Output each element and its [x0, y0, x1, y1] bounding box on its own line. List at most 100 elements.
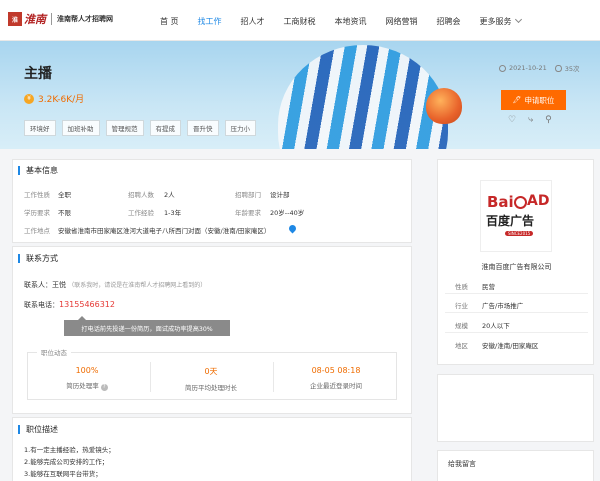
- company-logo[interactable]: Bai AD 百度广告 SINCE2015: [480, 180, 552, 252]
- field-value: 全职: [58, 191, 71, 199]
- stat-value: 100%: [75, 366, 99, 375]
- share-icon[interactable]: ⤷: [528, 115, 533, 125]
- logo-text-cn: 百度广告: [486, 214, 535, 228]
- description-title: 职位描述: [18, 425, 58, 434]
- job-tag: 加班补助: [61, 120, 100, 136]
- description-line: 3.能够在互联网平台带货；: [24, 470, 102, 478]
- favorite-icon[interactable]: ♡: [508, 115, 516, 125]
- address-label: 工作地点: [24, 227, 50, 235]
- stat-caption-text: 简历处理率: [66, 382, 99, 390]
- field-label: 工作经验: [128, 209, 154, 217]
- hot-air-balloon-image: [278, 45, 448, 149]
- company-name[interactable]: 淮南百度广告有限公司: [438, 262, 595, 272]
- main-nav: 首 页 找工作 招人才 工商财税 本地资讯 网络营销 招聘会 更多服务: [160, 0, 540, 41]
- qr-code-image: [482, 378, 552, 432]
- job-dynamics-label: 职位动态: [37, 347, 71, 357]
- field-label: 年龄要求: [235, 209, 261, 217]
- job-actions: ♡ ⤷ ⚲: [508, 115, 564, 125]
- apply-job-button[interactable]: 🖊 申请职位: [501, 90, 566, 110]
- company-field-value: 安徽/淮南/田家庵区: [482, 342, 539, 350]
- leave-message-title: 给我留言: [448, 460, 476, 468]
- chevron-down-icon: [514, 15, 522, 24]
- help-icon[interactable]: ?: [100, 384, 108, 391]
- field-value: 1-3年: [164, 209, 182, 217]
- nav-home[interactable]: 首 页: [160, 0, 179, 41]
- nav-more-label: 更多服务: [479, 17, 512, 26]
- nav-local-news[interactable]: 本地资讯: [335, 0, 367, 41]
- contact-person-row: 联系人：王悦 （联系我时，请说是在淮南帮人才招聘网上看到的）: [24, 280, 206, 290]
- job-tags: 环境好 加班补助 管理规范 有提成 晋升快 压力小: [24, 120, 262, 136]
- stat-caption: 简历处理率?: [32, 380, 142, 391]
- post-date: 2021-10-21: [509, 64, 547, 72]
- stat-divider: [273, 362, 274, 392]
- logo-subtitle: 淮南帮人才招聘网: [57, 15, 113, 23]
- nav-more-services[interactable]: 更多服务: [479, 0, 522, 41]
- field-value: 2人: [164, 191, 175, 199]
- job-tag: 有提成: [149, 120, 181, 136]
- stat-caption: 简历平均处理时长: [185, 384, 237, 392]
- stat-last-login: 08-05 08:18 企业最近登录时间: [281, 366, 391, 390]
- job-title: 主播: [24, 66, 52, 82]
- contact-person-label: 联系人：: [24, 281, 52, 289]
- stat-value: 0天: [204, 367, 218, 376]
- contact-phone-row: 联系电话：13155466312: [24, 300, 115, 310]
- field-label: 招聘部门: [235, 191, 261, 199]
- site-logo[interactable]: 淮 淮南 淮南帮人才招聘网: [8, 11, 113, 27]
- nav-online-marketing[interactable]: 网络营销: [386, 0, 418, 41]
- job-tag: 管理规范: [105, 120, 144, 136]
- address-value: 安徽省淮南市田家庵区淮河大道电子八所西门对面（安徽/淮南/田家庵区）: [58, 227, 271, 235]
- company-row-divider: [445, 312, 588, 313]
- top-navigation-bar: 淮 淮南 淮南帮人才招聘网 首 页 找工作 招人才 工商财税 本地资讯 网络营销…: [0, 0, 600, 41]
- logo-text-bai: Bai: [487, 193, 514, 211]
- phone-number[interactable]: 13155466312: [59, 300, 115, 309]
- company-row-divider: [445, 332, 588, 333]
- basic-info-title: 基本信息: [18, 166, 58, 175]
- field-value: 20岁--40岁: [270, 209, 305, 217]
- job-tag: 晋升快: [187, 120, 219, 136]
- yuan-icon: ¥: [24, 93, 34, 104]
- company-field-label: 性质: [455, 283, 468, 291]
- job-meta: 2021-10-21 35次: [499, 63, 580, 73]
- job-hero-banner: 主播 ¥ 3.2K-6K/月 环境好 加班补助 管理规范 有提成 晋升快 压力小…: [0, 41, 600, 149]
- report-icon[interactable]: ⚲: [545, 115, 552, 125]
- logo-seal: 淮: [8, 12, 22, 26]
- job-salary: ¥ 3.2K-6K/月: [24, 92, 84, 105]
- stat-process-time: 0天 简历平均处理时长: [156, 366, 266, 392]
- small-balloon-image: [426, 88, 462, 124]
- nav-find-job[interactable]: 找工作: [198, 0, 222, 41]
- field-label: 工作性质: [24, 191, 50, 199]
- company-field-value: 20人以下: [482, 322, 510, 330]
- field-value: 设计部: [270, 191, 290, 199]
- company-field-value: 广告/市场推广: [482, 302, 524, 310]
- description-line: 2.能够完成公司安排的工作；: [24, 458, 109, 466]
- nav-job-fair[interactable]: 招聘会: [437, 0, 461, 41]
- company-row-divider: [445, 293, 588, 294]
- job-tag: 压力小: [224, 120, 256, 136]
- logo-text-small: SINCE2015: [505, 231, 534, 236]
- logo-circle: [514, 196, 527, 209]
- contact-person: 王悦: [52, 281, 66, 289]
- eye-icon: [554, 64, 562, 72]
- contact-title: 联系方式: [18, 254, 58, 263]
- company-field-value: 民营: [482, 283, 495, 291]
- nav-recruit[interactable]: 招人才: [241, 0, 265, 41]
- logo-brand-text: 淮南: [24, 13, 46, 26]
- nav-business-tax[interactable]: 工商财税: [284, 0, 316, 41]
- logo-divider: [51, 13, 52, 25]
- apply-label: 申请职位: [524, 95, 555, 105]
- view-count: 35次: [564, 65, 580, 73]
- field-label: 招聘人数: [128, 191, 154, 199]
- description-line: 1.有一定主播经验，热爱镜头；: [24, 446, 115, 454]
- stat-value: 08-05 08:18: [311, 366, 361, 375]
- stat-resume-rate: 100% 简历处理率?: [32, 366, 142, 391]
- logo-text-ad: AD: [527, 193, 550, 209]
- stat-divider: [150, 362, 151, 392]
- company-field-label: 规模: [455, 322, 468, 330]
- contact-note: （联系我时，请说是在淮南帮人才招聘网上看到的）: [68, 282, 207, 289]
- salary-text: 3.2K-6K/月: [38, 95, 85, 105]
- company-field-label: 地区: [455, 342, 468, 350]
- stat-caption: 企业最近登录时间: [310, 382, 362, 390]
- clock-icon: [499, 64, 506, 72]
- phone-tooltip: 打电话前先投递一份简历，面试成功率提高30%: [64, 316, 230, 336]
- field-label: 学历要求: [24, 209, 50, 217]
